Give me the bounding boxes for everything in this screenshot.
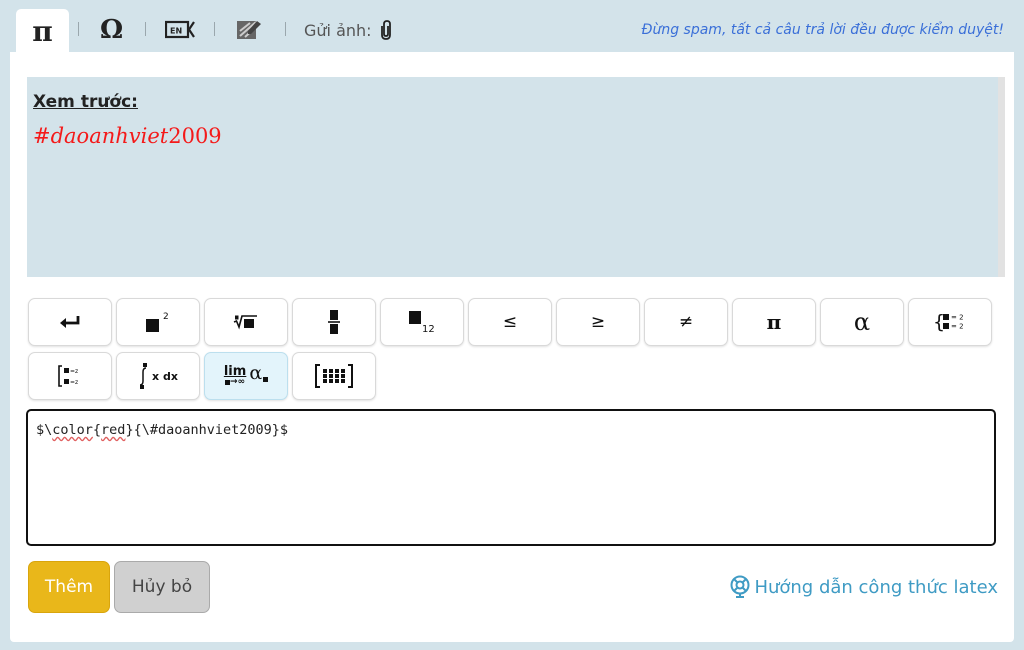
fraction-button[interactable]	[292, 298, 376, 346]
tab-separator	[214, 22, 215, 36]
preview-area: Xem trước: #daoanhviet2009	[27, 77, 1005, 277]
cancel-button[interactable]: Hủy bỏ	[114, 561, 210, 613]
limit-subscript: →∞	[225, 378, 245, 387]
equation-system-icon: { = 2 = 2	[933, 311, 964, 333]
equation-set-button[interactable]: =z =z	[28, 352, 112, 400]
integral-suffix: x dx	[152, 369, 178, 383]
placeholder-square-icon	[263, 376, 269, 382]
latex-text-part: $\	[36, 422, 53, 438]
limit-arrow: →∞	[230, 377, 246, 387]
integral-icon	[139, 363, 148, 389]
editor-panel: Xem trước: #daoanhviet2009 2 12 ≤ ≥ ≠ π …	[10, 52, 1014, 642]
keyboard-en-icon: EN	[165, 20, 195, 39]
tab-separator	[285, 22, 286, 36]
help-lifebuoy-icon	[730, 575, 750, 598]
latex-guide-label: Hướng dẫn công thức latex	[754, 576, 998, 598]
send-image-label: Gửi ảnh:	[304, 20, 372, 40]
svg-text:= 2: = 2	[951, 323, 964, 331]
limit-button[interactable]: lim →∞ α	[204, 352, 288, 400]
newline-button[interactable]	[28, 298, 112, 346]
tab-separator	[78, 22, 79, 36]
send-image-control[interactable]: Gửi ảnh:	[304, 14, 394, 46]
not-equal-symbol: ≠	[678, 312, 694, 332]
preview-label: Xem trước:	[33, 92, 138, 112]
greater-equal-button[interactable]: ≥	[556, 298, 640, 346]
svg-text:EN: EN	[170, 27, 182, 36]
pi-symbol: π	[766, 310, 782, 334]
equation-set-icon: =z =z	[58, 365, 78, 387]
pi-button[interactable]: π	[732, 298, 816, 346]
add-button[interactable]: Thêm	[28, 561, 110, 613]
limit-icon: lim →∞	[224, 365, 246, 387]
preview-math-text: #daoanhviet	[33, 124, 169, 148]
matrix-button[interactable]	[292, 352, 376, 400]
fraction-icon	[328, 310, 340, 334]
less-equal-button[interactable]: ≤	[468, 298, 552, 346]
greater-equal-symbol: ≥	[590, 312, 606, 332]
subscript-button[interactable]: 12	[380, 298, 464, 346]
svg-text:2: 2	[163, 312, 169, 322]
tab-separator	[145, 22, 146, 36]
svg-text:12: 12	[422, 324, 435, 335]
matrix-icon	[315, 364, 353, 388]
enter-arrow-icon	[60, 316, 80, 328]
drawing-pen-icon	[237, 21, 261, 39]
latex-guide-link[interactable]: Hướng dẫn công thức latex	[729, 575, 998, 599]
tab-special-characters[interactable]: Ω	[100, 14, 123, 46]
tab-math-symbols[interactable]: π	[16, 9, 69, 53]
latex-spellcheck-word: red	[101, 422, 126, 438]
integral-button[interactable]: x dx	[116, 352, 200, 400]
paperclip-icon[interactable]	[378, 19, 394, 41]
latex-spellcheck-word: color	[52, 422, 93, 438]
system-of-equations-button[interactable]: { = 2 = 2	[908, 298, 992, 346]
preview-rendered-math: #daoanhviet2009	[33, 124, 222, 148]
latex-text-part: {	[92, 422, 102, 438]
svg-text:= 2: = 2	[951, 314, 964, 322]
not-equal-button[interactable]: ≠	[644, 298, 728, 346]
svg-text:=z: =z	[70, 368, 78, 375]
sqrt-button[interactable]	[204, 298, 288, 346]
less-equal-symbol: ≤	[502, 312, 518, 332]
alpha-button[interactable]: α	[820, 298, 904, 346]
tab-drawing[interactable]	[236, 14, 262, 46]
latex-input[interactable]: $\color{red}{\#daoanhviet2009}$	[26, 409, 996, 546]
tab-english-keyboard[interactable]: EN	[165, 14, 197, 46]
moderation-notice: Đừng spam, tất cả câu trả lời đều được k…	[641, 22, 1004, 38]
latex-text-part: }{\#daoanhviet2009}$	[125, 422, 288, 438]
power-icon: 2	[146, 312, 169, 332]
svg-text:=z: =z	[70, 379, 78, 386]
preview-math-number: 2009	[168, 124, 222, 148]
subscript-icon: 12	[409, 311, 435, 335]
superscript-button[interactable]: 2	[116, 298, 200, 346]
alpha-symbol: α	[853, 308, 871, 336]
limit-alpha: α	[249, 362, 263, 384]
square-root-icon	[233, 315, 257, 330]
editor-tabbar: π Ω EN Gửi ảnh: Đừng spam, tất cả câu tr…	[0, 0, 1024, 53]
